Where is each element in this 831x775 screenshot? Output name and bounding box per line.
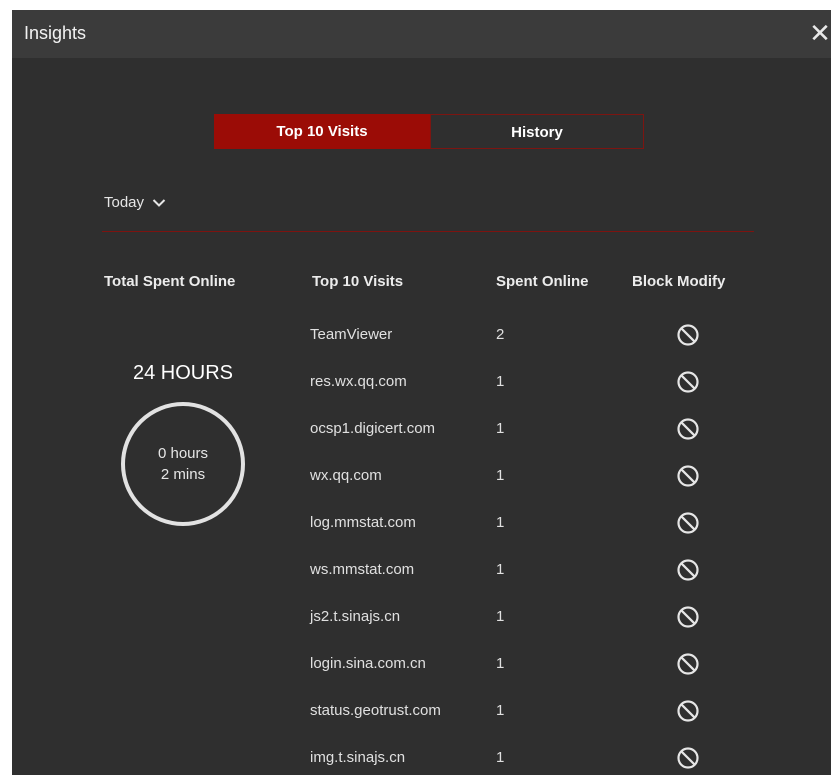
- spent-online-value: 1: [496, 655, 505, 672]
- column-header-top-visits: Top 10 Visits: [312, 273, 404, 290]
- list-item: ws.mmstat.com 1: [12, 558, 831, 608]
- spent-online-value: 1: [496, 608, 505, 625]
- spent-online-value: 1: [496, 420, 505, 437]
- spent-online-value: 1: [496, 561, 505, 578]
- list-item: log.mmstat.com 1: [12, 511, 831, 561]
- list-item: login.sina.com.cn 1: [12, 652, 831, 702]
- site-name: wx.qq.com: [310, 467, 382, 484]
- site-name: img.t.sinajs.cn: [310, 749, 406, 766]
- block-icon[interactable]: [676, 699, 700, 723]
- list-item: img.t.sinajs.cn 1: [12, 746, 831, 775]
- column-header-spent-online: Spent Online: [496, 273, 589, 290]
- site-name: login.sina.com.cn: [310, 655, 426, 672]
- tab-top-10-visits[interactable]: Top 10 Visits: [214, 114, 430, 149]
- column-header-block-modify: Block Modify: [632, 273, 726, 290]
- divider: [102, 231, 754, 232]
- block-icon[interactable]: [676, 464, 700, 488]
- block-icon[interactable]: [676, 417, 700, 441]
- site-name: TeamViewer: [310, 326, 393, 343]
- list-item: status.geotrust.com 1: [12, 699, 831, 749]
- list-item: js2.t.sinajs.cn 1: [12, 605, 831, 655]
- list-item: ocsp1.digicert.com 1: [12, 417, 831, 467]
- spent-online-value: 1: [496, 702, 505, 719]
- period-dropdown-label: Today: [104, 194, 145, 211]
- block-icon[interactable]: [676, 370, 700, 394]
- spent-online-value: 2: [496, 326, 505, 343]
- site-name: res.wx.qq.com: [310, 373, 407, 390]
- spent-online-value: 1: [496, 467, 505, 484]
- block-icon[interactable]: [676, 323, 700, 347]
- block-icon[interactable]: [676, 558, 700, 582]
- block-icon[interactable]: [676, 511, 700, 535]
- dialog-title: Insights: [24, 23, 87, 43]
- spent-online-value: 1: [496, 749, 505, 766]
- block-icon[interactable]: [676, 746, 700, 770]
- close-icon[interactable]: ✕: [808, 19, 831, 47]
- site-name: log.mmstat.com: [310, 514, 416, 531]
- block-icon[interactable]: [676, 652, 700, 676]
- column-header-total-spent: Total Spent Online: [104, 273, 236, 290]
- chevron-down-icon: [152, 199, 166, 207]
- site-name: status.geotrust.com: [310, 702, 441, 719]
- spent-online-value: 1: [496, 373, 505, 390]
- site-name: ocsp1.digicert.com: [310, 420, 436, 437]
- period-dropdown[interactable]: Today: [104, 194, 166, 211]
- insights-dialog: Insights ✕ Top 10 Visits History Today T…: [12, 10, 831, 775]
- tab-history[interactable]: History: [430, 114, 644, 149]
- list-item: res.wx.qq.com 1: [12, 370, 831, 420]
- list-item: TeamViewer 2: [12, 323, 831, 373]
- site-name: js2.t.sinajs.cn: [310, 608, 401, 625]
- title-bar: Insights ✕: [12, 10, 831, 58]
- spent-online-value: 1: [496, 514, 505, 531]
- site-name: ws.mmstat.com: [310, 561, 415, 578]
- list-item: wx.qq.com 1: [12, 464, 831, 514]
- block-icon[interactable]: [676, 605, 700, 629]
